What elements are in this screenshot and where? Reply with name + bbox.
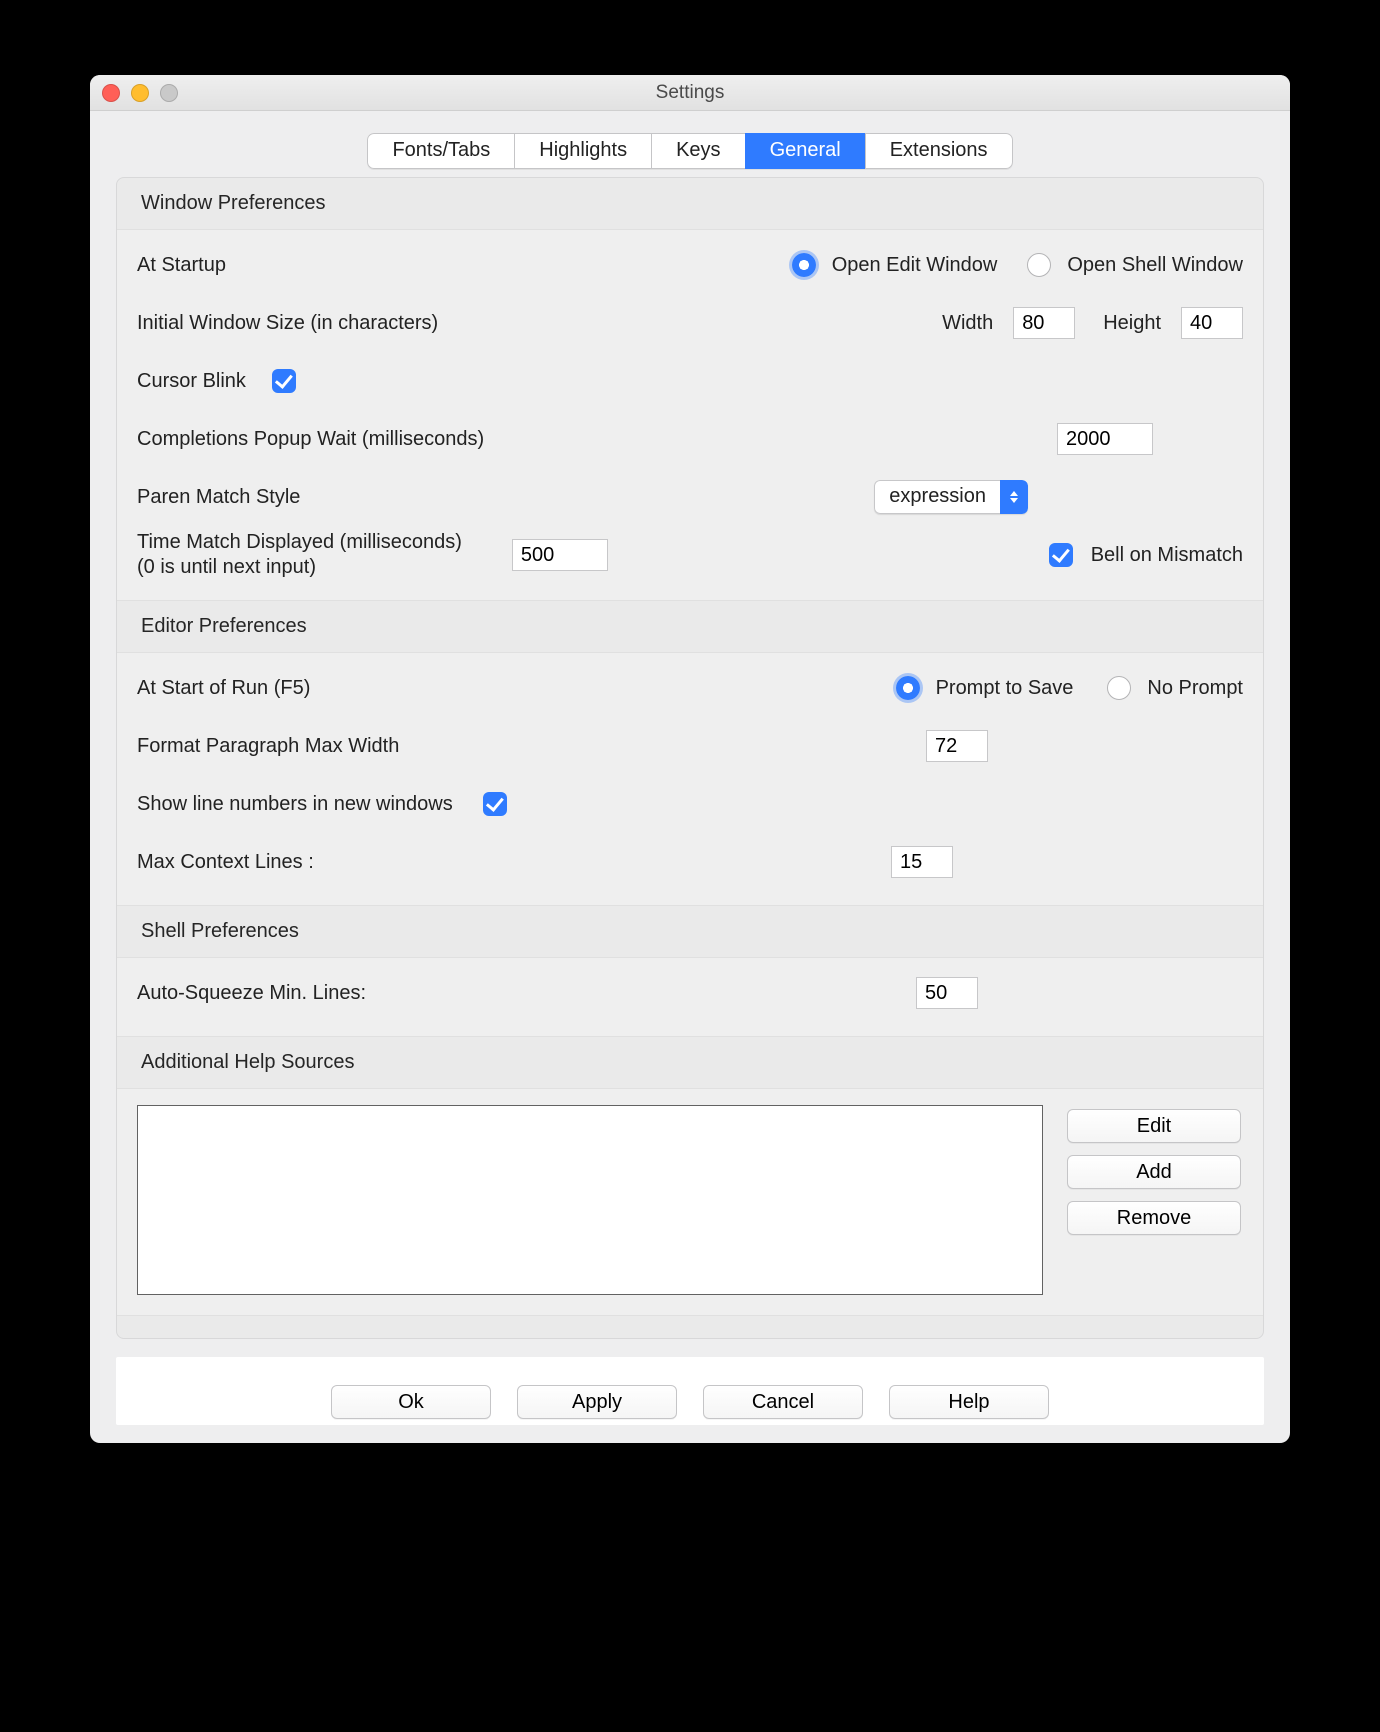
traffic-lights <box>102 84 178 102</box>
paren-match-value: expression <box>874 480 1000 514</box>
no-prompt-label: No Prompt <box>1147 677 1243 700</box>
open-shell-label: Open Shell Window <box>1067 254 1243 277</box>
radio-prompt-to-save[interactable] <box>896 676 920 700</box>
maximize-window-button <box>160 84 178 102</box>
auto-squeeze-input[interactable] <box>916 977 978 1009</box>
ok-button[interactable]: Ok <box>331 1385 491 1419</box>
time-match-input[interactable] <box>512 539 608 571</box>
height-input[interactable] <box>1181 307 1243 339</box>
time-match-label-line2: (0 is until next input) <box>137 556 316 578</box>
add-button[interactable]: Add <box>1067 1155 1241 1189</box>
tab-keys[interactable]: Keys <box>651 133 744 169</box>
paren-match-label: Paren Match Style <box>137 486 300 509</box>
completions-label: Completions Popup Wait (milliseconds) <box>137 428 484 451</box>
shell-prefs-title: Shell Preferences <box>117 906 1263 957</box>
time-match-label: Time Match Displayed (milliseconds) (0 i… <box>137 530 462 580</box>
width-label: Width <box>942 312 993 335</box>
bell-mismatch-checkbox[interactable] <box>1049 543 1073 567</box>
width-input[interactable] <box>1013 307 1075 339</box>
editor-prefs-body: At Start of Run (F5) Prompt to Save No P… <box>117 652 1263 906</box>
edit-button[interactable]: Edit <box>1067 1109 1241 1143</box>
paren-match-select[interactable]: expression <box>874 480 1028 514</box>
help-button[interactable]: Help <box>889 1385 1049 1419</box>
help-sources-list[interactable] <box>137 1105 1043 1295</box>
tabs: Fonts/Tabs Highlights Keys General Exten… <box>367 133 1012 169</box>
max-context-label: Max Context Lines : <box>137 851 314 874</box>
remove-button[interactable]: Remove <box>1067 1201 1241 1235</box>
radio-open-edit-window[interactable] <box>792 253 816 277</box>
tab-bar: Fonts/Tabs Highlights Keys General Exten… <box>90 111 1290 177</box>
para-width-label: Format Paragraph Max Width <box>137 735 399 758</box>
completions-input[interactable] <box>1057 423 1153 455</box>
para-width-input[interactable] <box>926 730 988 762</box>
help-sources-buttons: Edit Add Remove <box>1043 1105 1243 1235</box>
window-prefs-title: Window Preferences <box>117 178 1263 229</box>
max-context-input[interactable] <box>891 846 953 878</box>
title-bar: Settings <box>90 75 1290 111</box>
settings-window: Settings Fonts/Tabs Highlights Keys Gene… <box>90 75 1290 1443</box>
cancel-button[interactable]: Cancel <box>703 1385 863 1419</box>
at-startup-label: At Startup <box>137 254 226 277</box>
prompt-to-save-label: Prompt to Save <box>936 677 1074 700</box>
help-sources-body: Edit Add Remove <box>117 1088 1263 1316</box>
time-match-label-line1: Time Match Displayed (milliseconds) <box>137 531 462 553</box>
tab-extensions[interactable]: Extensions <box>865 133 1013 169</box>
line-numbers-label: Show line numbers in new windows <box>137 793 453 816</box>
window-title: Settings <box>90 82 1290 104</box>
window-prefs-body: At Startup Open Edit Window Open Shell W… <box>117 229 1263 601</box>
tab-highlights[interactable]: Highlights <box>514 133 651 169</box>
bell-mismatch-label: Bell on Mismatch <box>1091 544 1243 567</box>
updown-icon <box>1000 480 1028 514</box>
open-edit-label: Open Edit Window <box>832 254 998 277</box>
auto-squeeze-label: Auto-Squeeze Min. Lines: <box>137 982 366 1005</box>
general-panel: Window Preferences At Startup Open Edit … <box>116 177 1264 1339</box>
cursor-blink-checkbox[interactable] <box>272 369 296 393</box>
tab-general[interactable]: General <box>745 133 865 169</box>
close-window-button[interactable] <box>102 84 120 102</box>
apply-button[interactable]: Apply <box>517 1385 677 1419</box>
editor-prefs-title: Editor Preferences <box>117 601 1263 652</box>
tab-fonts[interactable]: Fonts/Tabs <box>367 133 514 169</box>
radio-no-prompt[interactable] <box>1107 676 1131 700</box>
line-numbers-checkbox[interactable] <box>483 792 507 816</box>
start-run-label: At Start of Run (F5) <box>137 677 310 700</box>
dialog-button-row: Ok Apply Cancel Help <box>116 1357 1264 1425</box>
help-sources-title: Additional Help Sources <box>117 1037 1263 1088</box>
radio-open-shell-window[interactable] <box>1027 253 1051 277</box>
shell-prefs-body: Auto-Squeeze Min. Lines: <box>117 957 1263 1037</box>
height-label: Height <box>1103 312 1161 335</box>
cursor-blink-label: Cursor Blink <box>137 370 246 393</box>
initial-size-label: Initial Window Size (in characters) <box>137 312 438 335</box>
minimize-window-button[interactable] <box>131 84 149 102</box>
